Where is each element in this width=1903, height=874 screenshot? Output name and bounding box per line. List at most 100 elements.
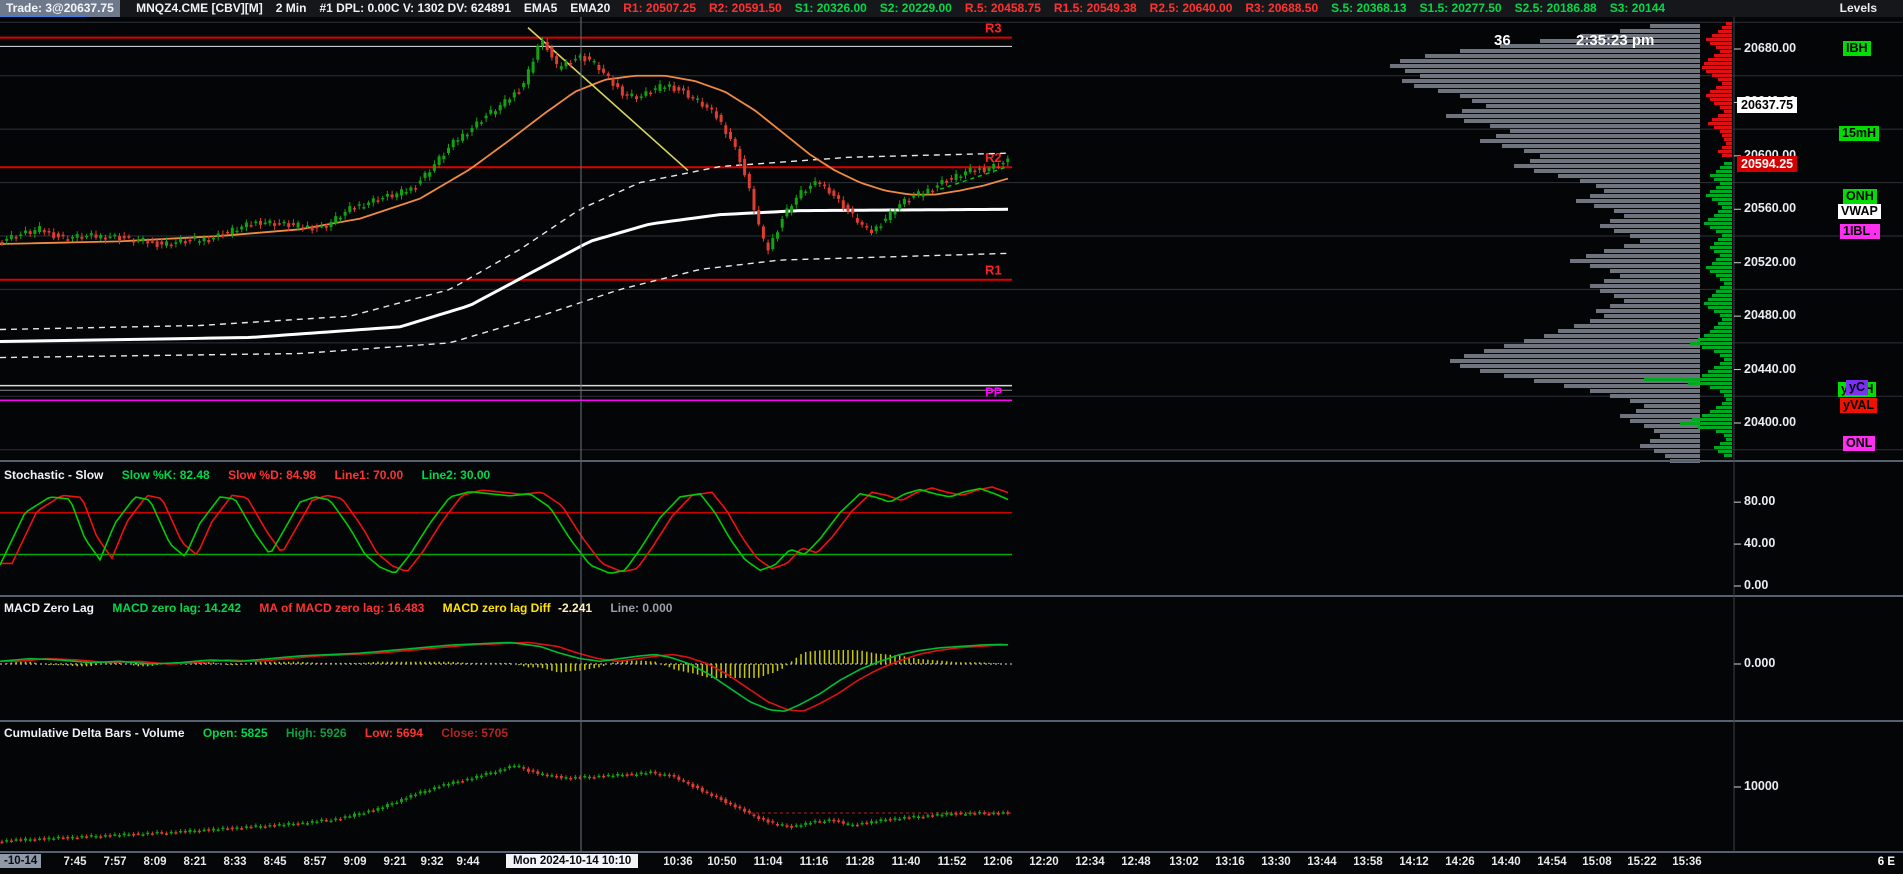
bar-countdown: 36: [1494, 32, 1511, 49]
level-tag-vwap: VWAP: [1838, 203, 1881, 219]
macd-header: MACD Zero Lag MACD zero lag: 14.242 MA o…: [4, 601, 687, 615]
time-tick: 10:36: [663, 856, 693, 868]
time-tick: 11:04: [753, 856, 783, 868]
time-tick: 11:28: [845, 856, 875, 868]
delta-header: Cumulative Delta Bars - Volume Open: 582…: [4, 726, 523, 740]
delta-open: Open: 5825: [202, 726, 268, 740]
delta-close: Close: 5705: [441, 726, 508, 740]
time-tick: 13:44: [1307, 856, 1337, 868]
svg-text:PP: PP: [985, 384, 1003, 399]
price-tick: 20480.00: [1744, 308, 1797, 323]
levels-column-header: Levels: [1839, 1, 1877, 15]
last-price-box: 20594.25: [1737, 155, 1798, 172]
macd-diff-label: MACD zero lag Diff: [442, 601, 551, 615]
stochastic-header: Stochastic - Slow Slow %K: 82.48 Slow %D…: [4, 468, 505, 482]
price-tick: 20560.00: [1744, 201, 1797, 216]
delta-high: High: 5926: [285, 726, 347, 740]
price-tick: 20680.00: [1744, 41, 1797, 55]
topbar-study-value: S2.5: 20186.88: [1514, 1, 1597, 15]
svg-text:R1: R1: [985, 263, 1002, 278]
svg-text:R3: R3: [985, 21, 1002, 36]
time-tick: 15:36: [1672, 856, 1702, 868]
trading-platform-window: { "topbar": { "trade_box": "Trade: 3@206…: [0, 0, 1903, 874]
level-tag-yval: yVAL: [1840, 397, 1878, 413]
time-tick: 14:54: [1537, 856, 1567, 868]
topbar-study-value: MNQZ4.CME [CBV][M]: [136, 1, 263, 15]
time-axis[interactable]: -10-14 Mon 2024-10-14 10:10 6 E 7:45 7:57…: [0, 853, 1903, 874]
time-tick: 11:40: [891, 856, 921, 868]
time-tick: 7:45: [63, 856, 87, 868]
level-tag-ibh: IBH: [1843, 41, 1871, 56]
corner-status: 6 E: [1877, 856, 1895, 868]
topbar-study-value: S1: 20326.00: [794, 1, 867, 15]
time-tick: 11:16: [799, 856, 829, 868]
topbar-study-value: R1: 20507.25: [623, 1, 696, 15]
time-tick: 12:20: [1029, 856, 1059, 868]
topbar-study-value: R.5: 20458.75: [964, 1, 1041, 15]
stochastic-k-value: Slow %K: 82.48: [121, 468, 210, 482]
level-tag-yc: yC: [1846, 380, 1868, 396]
topbar-study-value: R1.5: 20549.38: [1053, 1, 1137, 15]
topbar-study-value: EMA20: [570, 1, 611, 15]
time-tick: 8:45: [263, 856, 287, 868]
level-tag-onl: ONL: [1843, 436, 1876, 452]
time-tick: 9:21: [383, 856, 407, 868]
topbar-study-value: S2: 20229.00: [879, 1, 952, 15]
price-scale[interactable]: 20680.0020640.0020600.0020560.0020520.00…: [1735, 17, 1903, 853]
topbar-study-value: S3: 20144: [1609, 1, 1666, 15]
topbar-study-value: S1.5: 20277.50: [1419, 1, 1502, 15]
macd-value: MACD zero lag: 14.242: [112, 601, 242, 615]
topbar-study-value: R2.5: 20640.00: [1149, 1, 1233, 15]
stochastic-line2: Line2: 30.00: [421, 468, 491, 482]
session-start-box: Mon 2024-10-14 10:10: [506, 854, 639, 868]
time-tick: 13:02: [1169, 856, 1199, 868]
clock-time: 2:35:23 pm: [1576, 32, 1655, 49]
topbar-study-value: #1 DPL: 0.00C V: 1302 DV: 624891: [319, 1, 511, 15]
time-tick: 14:12: [1399, 856, 1429, 868]
stochastic-line1: Line1: 70.00: [334, 468, 404, 482]
time-tick: 15:22: [1627, 856, 1657, 868]
scrollbar-accent: [0, 15, 88, 17]
time-tick: 11:52: [937, 856, 967, 868]
time-tick: 10:50: [707, 856, 737, 868]
macd-ma-value: MA of MACD zero lag: 16.483: [259, 601, 425, 615]
stochastic-tick: 40.00: [1744, 536, 1776, 551]
delta-title: Cumulative Delta Bars - Volume: [4, 726, 185, 740]
delta-tick: 10000: [1744, 779, 1779, 793]
price-tick: 20520.00: [1744, 254, 1797, 269]
time-tick: 8:57: [303, 856, 327, 868]
stochastic-title: Stochastic - Slow: [4, 468, 104, 482]
topbar-study-value: R2: 20591.50: [709, 1, 782, 15]
time-tick: 9:09: [343, 856, 367, 868]
time-tick: 12:06: [983, 856, 1013, 868]
time-tick: 14:40: [1491, 856, 1521, 868]
stochastic-d-value: Slow %D: 84.98: [228, 468, 317, 482]
macd-diff-value: -2.241: [558, 601, 593, 615]
topbar-study-value: S.5: 20368.13: [1331, 1, 1407, 15]
delta-low: Low: 5694: [364, 726, 423, 740]
time-tick: 13:30: [1261, 856, 1291, 868]
macd-tick: 0.000: [1744, 656, 1776, 670]
price-tick: 20440.00: [1744, 361, 1797, 376]
stochastic-tick: 0.00: [1744, 578, 1769, 592]
trade-price-box: 20637.75: [1737, 97, 1798, 114]
top-bar: Trade: 3@20637.75 MNQZ4.CME [CBV][M] 2 Mi…: [0, 0, 1903, 17]
chart-canvas[interactable]: R3R2R1PP: [0, 0, 1903, 874]
time-tick: 13:16: [1215, 856, 1245, 868]
time-tick: 7:57: [103, 856, 127, 868]
level-tag-15mh: 15mH: [1839, 126, 1880, 142]
time-tick: 15:08: [1582, 856, 1612, 868]
time-tick: 8:09: [143, 856, 167, 868]
time-tick: 9:32: [420, 856, 444, 868]
time-tick: 9:44: [456, 856, 480, 868]
level-tag-1ibl .: 1IBL .: [1840, 223, 1880, 239]
level-tag-onh: ONH: [1843, 189, 1877, 205]
topbar-study-value: R3: 20688.50: [1245, 1, 1319, 15]
date-box-left: -10-14: [0, 854, 42, 868]
time-tick: 8:33: [223, 856, 247, 868]
chart-title-and-studies: MNQZ4.CME [CBV][M] 2 Min #1 DPL: 0.00C V: …: [123, 1, 1665, 15]
price-tick: 20400.00: [1744, 414, 1797, 429]
time-tick: 12:48: [1121, 856, 1151, 868]
topbar-study-value: EMA5: [523, 1, 558, 15]
time-tick: 13:58: [1353, 856, 1383, 868]
